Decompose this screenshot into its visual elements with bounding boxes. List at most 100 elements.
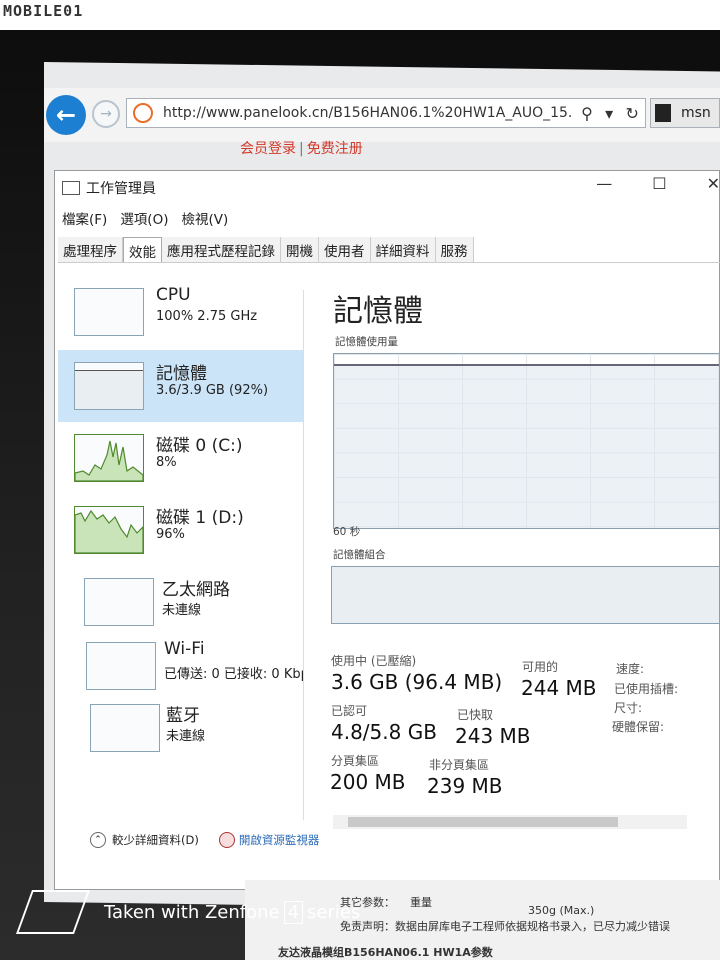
nonpaged-pool-value: 239 MB [427,774,503,798]
back-arrow-icon: ← [55,101,77,129]
available-label: 可用的 [522,660,559,674]
minimize-button[interactable]: — [596,174,612,193]
sidebar-item-ethernet[interactable]: 乙太網路 未連線 [58,566,303,638]
sidebar-item-name: CPU [156,285,191,305]
product-heading: 友达液晶模组B156HAN06.1 HW1A参数 [278,946,493,959]
watermark-number: 4 [283,900,304,924]
slots-used-label: 已使用插槽: [614,682,679,696]
memory-thumbnail-graph [74,362,144,410]
refresh-icon[interactable]: ↻ [625,104,638,123]
sidebar-item-name: 磁碟 0 (C:) [156,436,243,456]
tab-startup[interactable]: 開機 [281,237,319,263]
sidebar-item-value: 3.6/3.9 GB (92%) [156,383,269,398]
browser-tab-label: msn [681,105,711,121]
memory-composition-caption: 記憶體組合 [333,549,386,561]
available-value: 244 MB [521,676,597,700]
memory-composition-used [332,567,719,623]
sidebar-item-value: 未連線 [166,729,206,744]
msn-tab-icon [655,104,671,122]
sidebar-item-name: 記憶體 [156,364,207,384]
mobile01-watermark: MOBILE01 [3,2,84,20]
open-resource-monitor-link[interactable]: 開啟資源監視器 [239,832,320,848]
cached-label: 已快取 [457,708,494,722]
sidebar-item-name: 磁碟 1 (D:) [156,508,244,528]
link-separator: | [299,141,304,157]
window-title: 工作管理員 [86,181,156,197]
performance-sidebar: CPU 100% 2.75 GHz 記憶體 3.6/3.9 GB (92%) 磁… [58,276,303,826]
url-text[interactable]: http://www.panelook.cn/B156HAN06.1%20HW1… [163,105,575,121]
memory-composition-bar [331,566,720,624]
wifi-thumbnail-graph [86,642,156,690]
weight-key: 重量 [410,896,432,909]
paged-pool-value: 200 MB [330,770,406,794]
disk1-thumbnail-graph [74,506,144,554]
tab-divider [58,262,720,263]
disk0-thumbnail-graph [74,434,144,482]
maximize-button[interactable]: ☐ [652,174,666,193]
sidebar-item-disk-1[interactable]: 磁碟 1 (D:) 96% [58,494,303,566]
sidebar-item-value: 未連線 [162,603,202,618]
scrollbar-thumb[interactable] [348,817,618,827]
graph-time-caption: 60 秒 [333,526,361,538]
paged-pool-label: 分頁集區 [331,754,380,768]
dropdown-icon[interactable]: ▾ [605,104,613,123]
login-link[interactable]: 会员登录 [240,141,296,157]
sidebar-item-value: 96% [156,527,185,542]
sidebar-item-name: 乙太網路 [162,580,230,600]
address-bar[interactable]: http://www.panelook.cn/B156HAN06.1%20HW1… [126,98,646,128]
hardware-reserved-label: 硬體保留: [612,720,665,734]
cached-value: 243 MB [455,724,531,748]
tab-app-history[interactable]: 應用程式歷程記錄 [162,237,281,263]
photo-header [0,0,720,30]
tab-services[interactable]: 服務 [435,237,474,263]
disk1-activity-spark [74,509,144,554]
menu-view[interactable]: 檢視(V) [181,208,228,228]
tab-details[interactable]: 詳細資料 [370,237,436,263]
menu-file[interactable]: 檔案(F) [62,208,107,228]
window-title-bar[interactable]: 工作管理員 — ☐ ✕ [54,172,720,204]
search-icon[interactable]: ⚲ [581,104,593,123]
task-manager-icon [62,181,80,195]
browser-tab-msn[interactable]: msn [650,98,720,128]
sidebar-item-cpu[interactable]: CPU 100% 2.75 GHz [58,276,303,348]
form-factor-label: 尺寸: [614,701,643,715]
committed-label: 已認可 [331,704,368,718]
memory-usage-graph [333,353,720,529]
cpu-thumbnail-graph [74,288,144,336]
close-button[interactable]: ✕ [707,174,720,193]
fewer-details-button[interactable]: 較少詳細資料(D) [112,832,199,848]
zenfone-watermark: Taken with Zenfone 4 series [15,890,361,934]
weight-value: 350g (Max.) [528,904,595,917]
disclaimer-text: 免责声明：数据由屏库电子工程师依据规格书录入，已尽力减少错误 [340,920,670,933]
memory-heading: 記憶體 [333,294,423,329]
horizontal-scrollbar[interactable] [333,815,687,829]
sidebar-item-value: 8% [156,455,177,470]
sidebar-item-disk-0[interactable]: 磁碟 0 (C:) 8% [58,422,303,494]
sidebar-item-name: 藍牙 [166,706,200,726]
memory-usage-line [334,364,719,366]
sidebar-item-memory[interactable]: 記憶體 3.6/3.9 GB (92%) [58,350,303,422]
zenfone-logo-icon [15,890,91,934]
in-use-label: 使用中 (已壓縮) [331,654,417,668]
forward-button[interactable]: → [92,100,120,128]
tab-processes[interactable]: 處理程序 [58,237,123,263]
watermark-suffix: series [307,901,361,923]
sidebar-item-name: Wi-Fi [164,639,205,659]
sidebar-item-bluetooth[interactable]: 藍牙 未連線 [58,692,303,764]
footer-bar: ⌃ 較少詳細資料(D) 開啟資源監視器 [90,832,319,848]
page-account-links: 会员登录 | 免费注册 [240,138,363,158]
tab-users[interactable]: 使用者 [319,237,371,263]
ethernet-thumbnail-graph [84,578,154,626]
forward-arrow-icon: → [100,106,112,122]
menu-options[interactable]: 選項(O) [120,208,168,228]
register-link[interactable]: 免费注册 [307,141,363,157]
committed-value: 4.8/5.8 GB [331,720,437,744]
chevron-up-icon[interactable]: ⌃ [90,832,106,848]
back-button[interactable]: ← [46,95,86,135]
site-icon [133,103,153,123]
in-use-value: 3.6 GB (96.4 MB) [331,670,503,694]
tab-performance[interactable]: 效能 [123,237,162,263]
bluetooth-thumbnail-graph [90,704,160,752]
resource-monitor-icon [218,832,235,848]
watermark-prefix: Taken with Zenfone [104,901,280,923]
